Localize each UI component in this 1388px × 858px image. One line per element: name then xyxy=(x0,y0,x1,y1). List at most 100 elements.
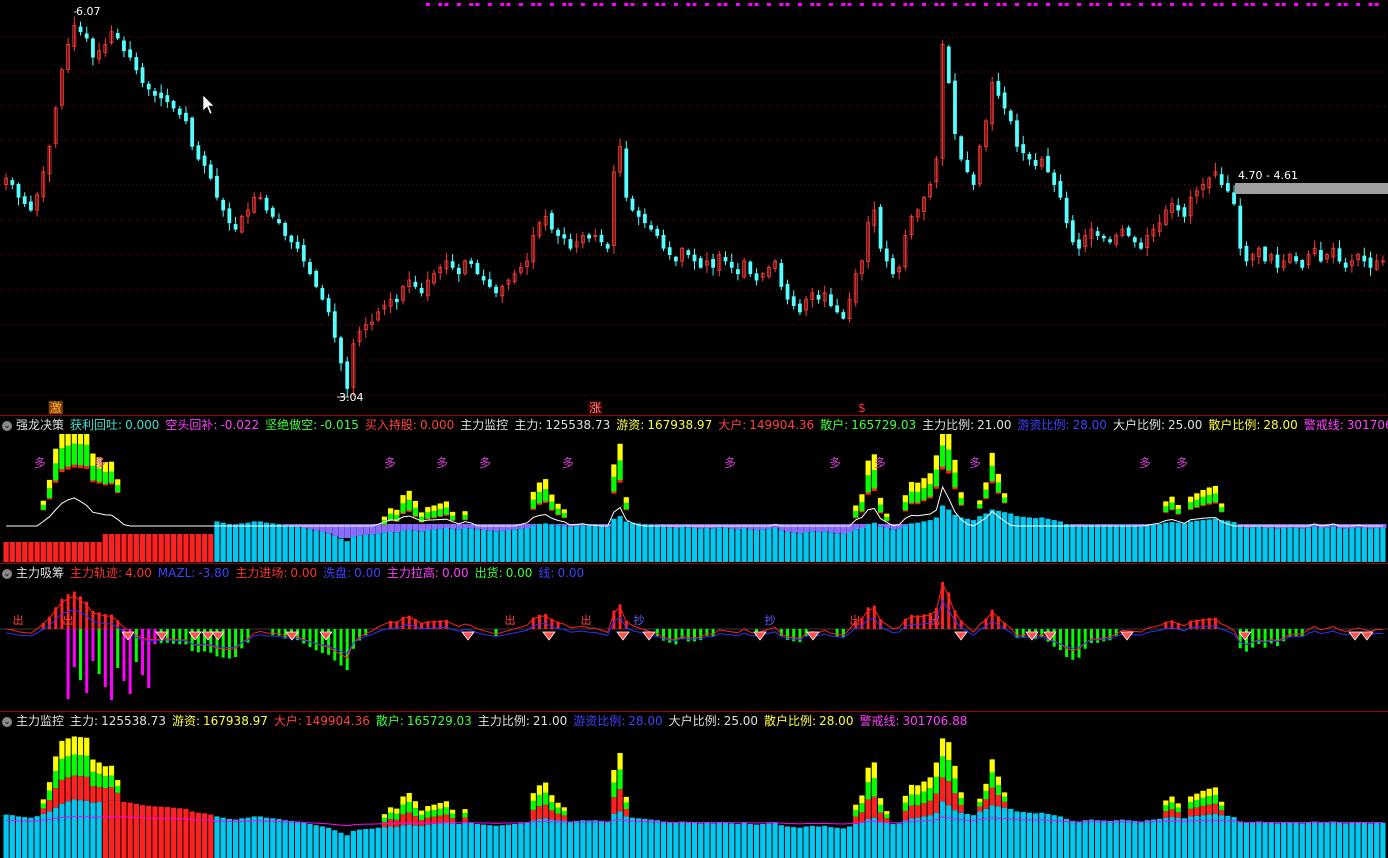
signal-dot xyxy=(878,3,883,6)
bar-cyan xyxy=(567,821,574,858)
collapse-toggle-icon[interactable]: ⌄ xyxy=(2,420,12,431)
bar-green xyxy=(543,792,549,805)
bar-green xyxy=(946,449,952,471)
bar-yellow xyxy=(902,795,908,803)
bar-cyan xyxy=(1126,525,1132,562)
bar-cyan xyxy=(1076,526,1082,562)
bar-red xyxy=(189,534,195,562)
bar-cyan xyxy=(1212,518,1219,562)
price-range-band xyxy=(1235,183,1388,194)
bar-purple xyxy=(902,524,909,526)
signal-dot xyxy=(1201,3,1206,6)
bar-cyan xyxy=(524,528,530,562)
bar-cyan xyxy=(344,541,350,562)
bar-down xyxy=(1096,629,1100,643)
bar-cyan xyxy=(654,820,660,858)
signal-dot xyxy=(1188,3,1193,6)
signal-dot xyxy=(754,3,759,6)
bar-green xyxy=(853,810,859,817)
bar-green xyxy=(908,794,915,806)
signal-dot xyxy=(996,3,1001,6)
bar-cyan xyxy=(989,509,995,562)
bar-cyan xyxy=(481,529,487,562)
bar-cyan xyxy=(753,824,760,858)
bar-cyan xyxy=(778,825,784,858)
bar-green xyxy=(1212,794,1219,804)
signal-dot xyxy=(1306,3,1311,6)
bar-red xyxy=(9,542,15,562)
bar-cyan xyxy=(462,528,468,562)
bar-yellow xyxy=(90,759,96,772)
bar-yellow xyxy=(437,802,443,809)
bar-cyan xyxy=(598,526,605,562)
collapse-toggle-icon[interactable]: ⌄ xyxy=(2,716,12,727)
bar-yellow xyxy=(952,459,958,473)
bar-down xyxy=(184,629,188,645)
signal-dot xyxy=(655,3,660,6)
indicator-label: 主力监控 xyxy=(460,418,509,432)
bar-cyan xyxy=(84,800,90,858)
bar-cyan xyxy=(691,528,698,562)
bar-red xyxy=(102,788,108,802)
bar-cyan xyxy=(772,822,778,858)
bar-magenta xyxy=(116,629,120,668)
signal-dot xyxy=(593,3,598,6)
bar-cyan xyxy=(846,531,853,562)
indicator-readout: 散户: 165729.03 xyxy=(376,714,472,728)
bar-cyan xyxy=(809,531,815,562)
signal-dot xyxy=(1120,3,1125,6)
bar-red xyxy=(96,786,102,803)
bar-purple xyxy=(450,524,457,529)
signal-dot xyxy=(797,3,802,6)
bar-red xyxy=(170,534,177,562)
bar-cyan xyxy=(34,816,40,858)
candle-body xyxy=(686,250,691,255)
signal-dot xyxy=(779,3,784,6)
signal-duo: 多 xyxy=(34,456,46,470)
bar-purple xyxy=(778,524,785,531)
bar-cyan xyxy=(96,802,102,858)
signal-duo: 多 xyxy=(1139,456,1151,470)
candle-body xyxy=(91,38,95,58)
bar-cyan xyxy=(9,815,15,858)
signal-dot xyxy=(549,3,554,6)
bar-cyan xyxy=(1200,815,1206,858)
diamond-icon xyxy=(616,631,630,641)
bar-cyan xyxy=(970,815,977,858)
bar-cyan xyxy=(270,818,276,858)
bar-red xyxy=(543,804,549,819)
bar-cyan xyxy=(208,814,214,858)
signal-dot xyxy=(580,3,585,6)
signal-dot xyxy=(1343,3,1348,6)
signal-dot xyxy=(1294,3,1299,6)
bar-purple xyxy=(797,524,804,534)
bar-cyan xyxy=(1163,522,1169,562)
bar-cyan xyxy=(443,528,450,562)
bar-yellow xyxy=(1200,790,1206,798)
bar-cyan xyxy=(133,803,139,858)
bar-cyan xyxy=(896,823,902,858)
bar-green xyxy=(65,445,71,467)
bar-red xyxy=(96,542,102,562)
bar-yellow xyxy=(543,782,549,793)
bar-red xyxy=(59,542,65,562)
bar-cyan xyxy=(1064,524,1070,562)
bar-red xyxy=(859,812,865,823)
signal-dot xyxy=(1058,3,1063,6)
bar-red xyxy=(877,812,884,822)
bar-yellow xyxy=(877,497,884,505)
candle-body xyxy=(227,208,232,224)
indicator-value: 165729.03 xyxy=(851,418,917,432)
collapse-toggle-icon[interactable]: ⌄ xyxy=(2,568,12,579)
bar-cyan xyxy=(487,825,493,858)
bar-cyan xyxy=(388,531,394,562)
bar-green xyxy=(115,485,121,493)
indicator-readout: 主力进场: 0.00 xyxy=(235,566,317,580)
bar-cyan xyxy=(722,822,729,858)
bar-cyan xyxy=(1324,822,1330,858)
bar-cyan xyxy=(1107,526,1113,562)
bar-cyan xyxy=(288,526,294,562)
bar-purple xyxy=(232,524,239,525)
bar-cyan xyxy=(1243,528,1250,562)
signal-dot xyxy=(661,3,666,6)
